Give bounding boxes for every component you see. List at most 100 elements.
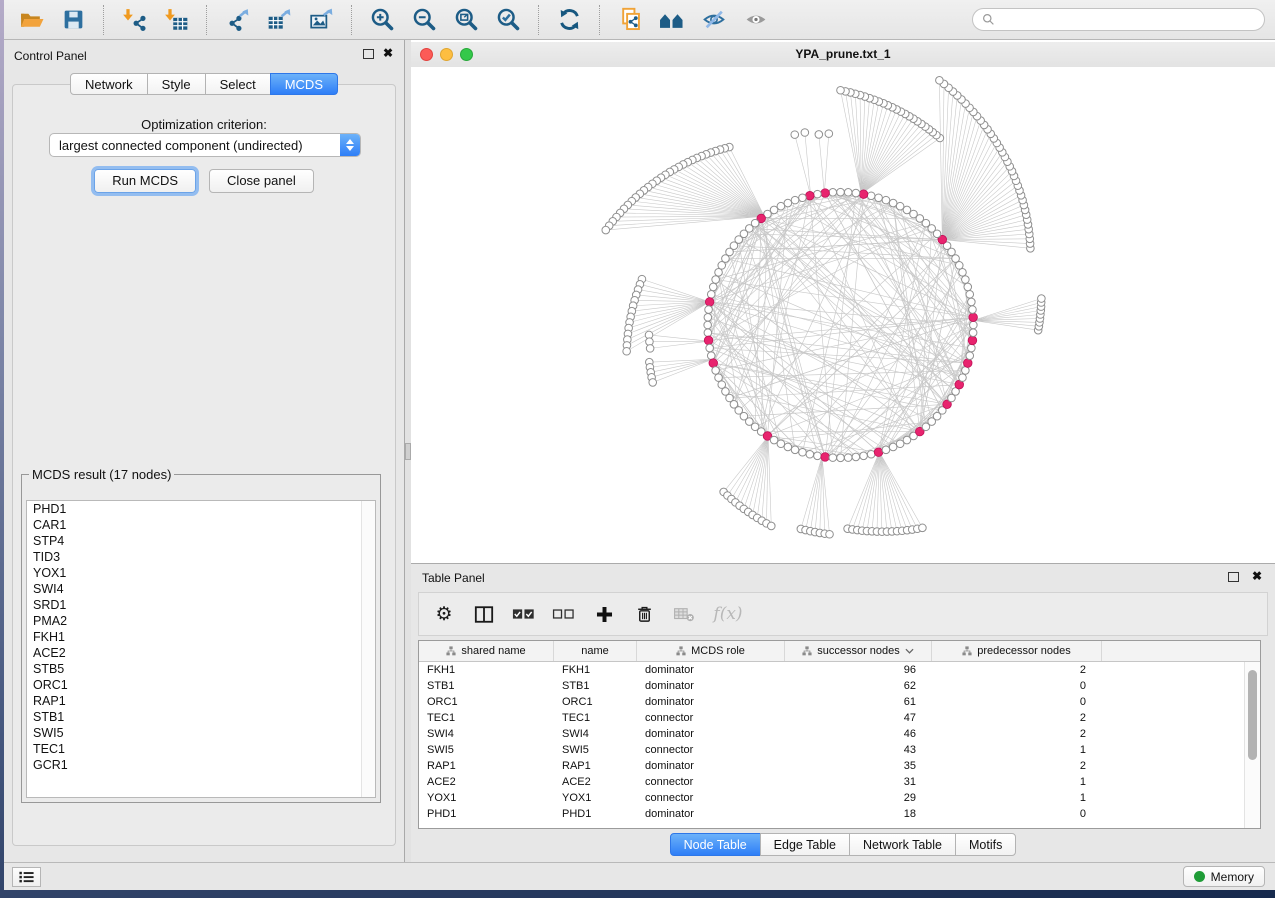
tab-select[interactable]: Select xyxy=(205,73,271,95)
network-node[interactable] xyxy=(602,226,610,234)
network-hub-node[interactable] xyxy=(709,359,718,368)
column-header-name[interactable]: name xyxy=(554,641,637,661)
network-node[interactable] xyxy=(970,321,978,329)
mcds-result-list[interactable]: PHD1CAR1STP4TID3YOX1SWI4SRD1PMA2FKH1ACE2… xyxy=(26,500,376,798)
mcds-result-item[interactable]: STB5 xyxy=(27,661,375,677)
network-node[interactable] xyxy=(962,367,970,375)
network-node[interactable] xyxy=(959,374,967,382)
network-hub-node[interactable] xyxy=(704,336,713,345)
network-node[interactable] xyxy=(826,530,834,538)
close-table-panel-icon[interactable]: ✖ xyxy=(1252,570,1262,582)
network-node[interactable] xyxy=(889,199,897,207)
network-node[interactable] xyxy=(966,291,974,299)
mcds-result-item[interactable]: SRD1 xyxy=(27,597,375,613)
tab-edge-table[interactable]: Edge Table xyxy=(760,833,850,856)
network-node[interactable] xyxy=(968,344,976,352)
network-node[interactable] xyxy=(712,276,720,284)
network-node[interactable] xyxy=(784,443,792,451)
network-node[interactable] xyxy=(704,329,712,337)
table-row[interactable]: STB1STB1dominator620 xyxy=(419,678,1260,694)
tab-style[interactable]: Style xyxy=(147,73,206,95)
network-node[interactable] xyxy=(704,314,712,322)
zoom-out-button[interactable] xyxy=(407,5,441,35)
open-session-button[interactable] xyxy=(14,5,48,35)
mcds-list-scrollbar[interactable] xyxy=(361,501,375,797)
network-hub-node[interactable] xyxy=(821,453,830,462)
save-session-button[interactable] xyxy=(56,5,90,35)
network-node[interactable] xyxy=(969,306,977,314)
search-input[interactable] xyxy=(1001,12,1255,28)
tab-motifs[interactable]: Motifs xyxy=(955,833,1016,856)
float-table-panel-icon[interactable] xyxy=(1228,572,1239,582)
mcds-result-item[interactable]: STB1 xyxy=(27,709,375,725)
network-hub-node[interactable] xyxy=(806,191,815,200)
column-visibility-button[interactable] xyxy=(471,601,497,627)
network-titlebar[interactable]: YPA_prune.txt_1 xyxy=(411,42,1275,68)
network-node[interactable] xyxy=(882,446,890,454)
table-row[interactable]: ACE2ACE2connector311 xyxy=(419,774,1260,790)
zoom-selected-button[interactable] xyxy=(491,5,525,35)
network-node[interactable] xyxy=(936,76,944,84)
network-node[interactable] xyxy=(962,276,970,284)
float-panel-icon[interactable] xyxy=(363,49,374,59)
network-node[interactable] xyxy=(623,347,631,355)
network-node[interactable] xyxy=(959,269,967,277)
network-hub-node[interactable] xyxy=(963,359,972,368)
network-node[interactable] xyxy=(829,454,837,462)
network-canvas[interactable] xyxy=(411,67,1275,563)
mcds-result-item[interactable]: FKH1 xyxy=(27,629,375,645)
select-all-button[interactable] xyxy=(511,601,537,627)
first-neighbors-button[interactable] xyxy=(655,5,689,35)
network-node[interactable] xyxy=(718,262,726,270)
mcds-result-item[interactable]: SWI5 xyxy=(27,725,375,741)
refresh-button[interactable] xyxy=(552,5,586,35)
network-node[interactable] xyxy=(814,452,822,460)
column-header-successor-nodes[interactable]: successor nodes xyxy=(785,641,932,661)
network-node[interactable] xyxy=(791,196,799,204)
network-node[interactable] xyxy=(875,194,883,202)
network-node[interactable] xyxy=(919,524,927,532)
network-node[interactable] xyxy=(815,131,823,139)
network-node[interactable] xyxy=(814,190,822,198)
tab-network-table[interactable]: Network Table xyxy=(849,833,956,856)
column-header-shared-name[interactable]: shared name xyxy=(419,641,554,661)
mcds-result-item[interactable]: TEC1 xyxy=(27,741,375,757)
network-node[interactable] xyxy=(889,443,897,451)
zoom-fit-button[interactable] xyxy=(449,5,483,35)
network-node[interactable] xyxy=(969,329,977,337)
table-scrollbar-thumb[interactable] xyxy=(1248,670,1257,760)
zoom-in-button[interactable] xyxy=(365,5,399,35)
mcds-result-item[interactable]: STP4 xyxy=(27,533,375,549)
network-hub-node[interactable] xyxy=(874,448,883,457)
close-panel-icon[interactable]: ✖ xyxy=(383,47,393,59)
network-node[interactable] xyxy=(801,129,809,137)
network-node[interactable] xyxy=(882,196,890,204)
export-image-button[interactable] xyxy=(304,5,338,35)
export-network-button[interactable] xyxy=(220,5,254,35)
table-settings-button[interactable]: ⚙ xyxy=(431,601,457,627)
mcds-result-item[interactable]: PHD1 xyxy=(27,501,375,517)
memory-button[interactable]: Memory xyxy=(1183,866,1265,887)
close-panel-button[interactable]: Close panel xyxy=(209,169,314,193)
network-graph[interactable] xyxy=(411,67,1275,563)
network-node[interactable] xyxy=(705,306,713,314)
mcds-result-item[interactable]: ORC1 xyxy=(27,677,375,693)
network-node[interactable] xyxy=(837,188,845,196)
network-node[interactable] xyxy=(649,379,657,387)
import-network-button[interactable] xyxy=(117,5,151,35)
tab-node-table[interactable]: Node Table xyxy=(670,833,761,856)
criterion-dropdown[interactable]: largest connected component (undirected) xyxy=(49,133,361,157)
clone-network-button[interactable] xyxy=(613,5,647,35)
network-node[interactable] xyxy=(852,189,860,197)
column-header-mcds-role[interactable]: MCDS role xyxy=(637,641,785,661)
network-node[interactable] xyxy=(791,446,799,454)
network-node[interactable] xyxy=(896,202,904,210)
network-node[interactable] xyxy=(844,189,852,197)
mcds-result-item[interactable]: CAR1 xyxy=(27,517,375,533)
mcds-result-item[interactable]: GCR1 xyxy=(27,757,375,773)
network-node[interactable] xyxy=(806,450,814,458)
column-header-predecessor-nodes[interactable]: predecessor nodes xyxy=(932,641,1102,661)
table-row[interactable]: YOX1YOX1connector291 xyxy=(419,790,1260,806)
network-node[interactable] xyxy=(799,448,807,456)
network-node[interactable] xyxy=(860,452,868,460)
